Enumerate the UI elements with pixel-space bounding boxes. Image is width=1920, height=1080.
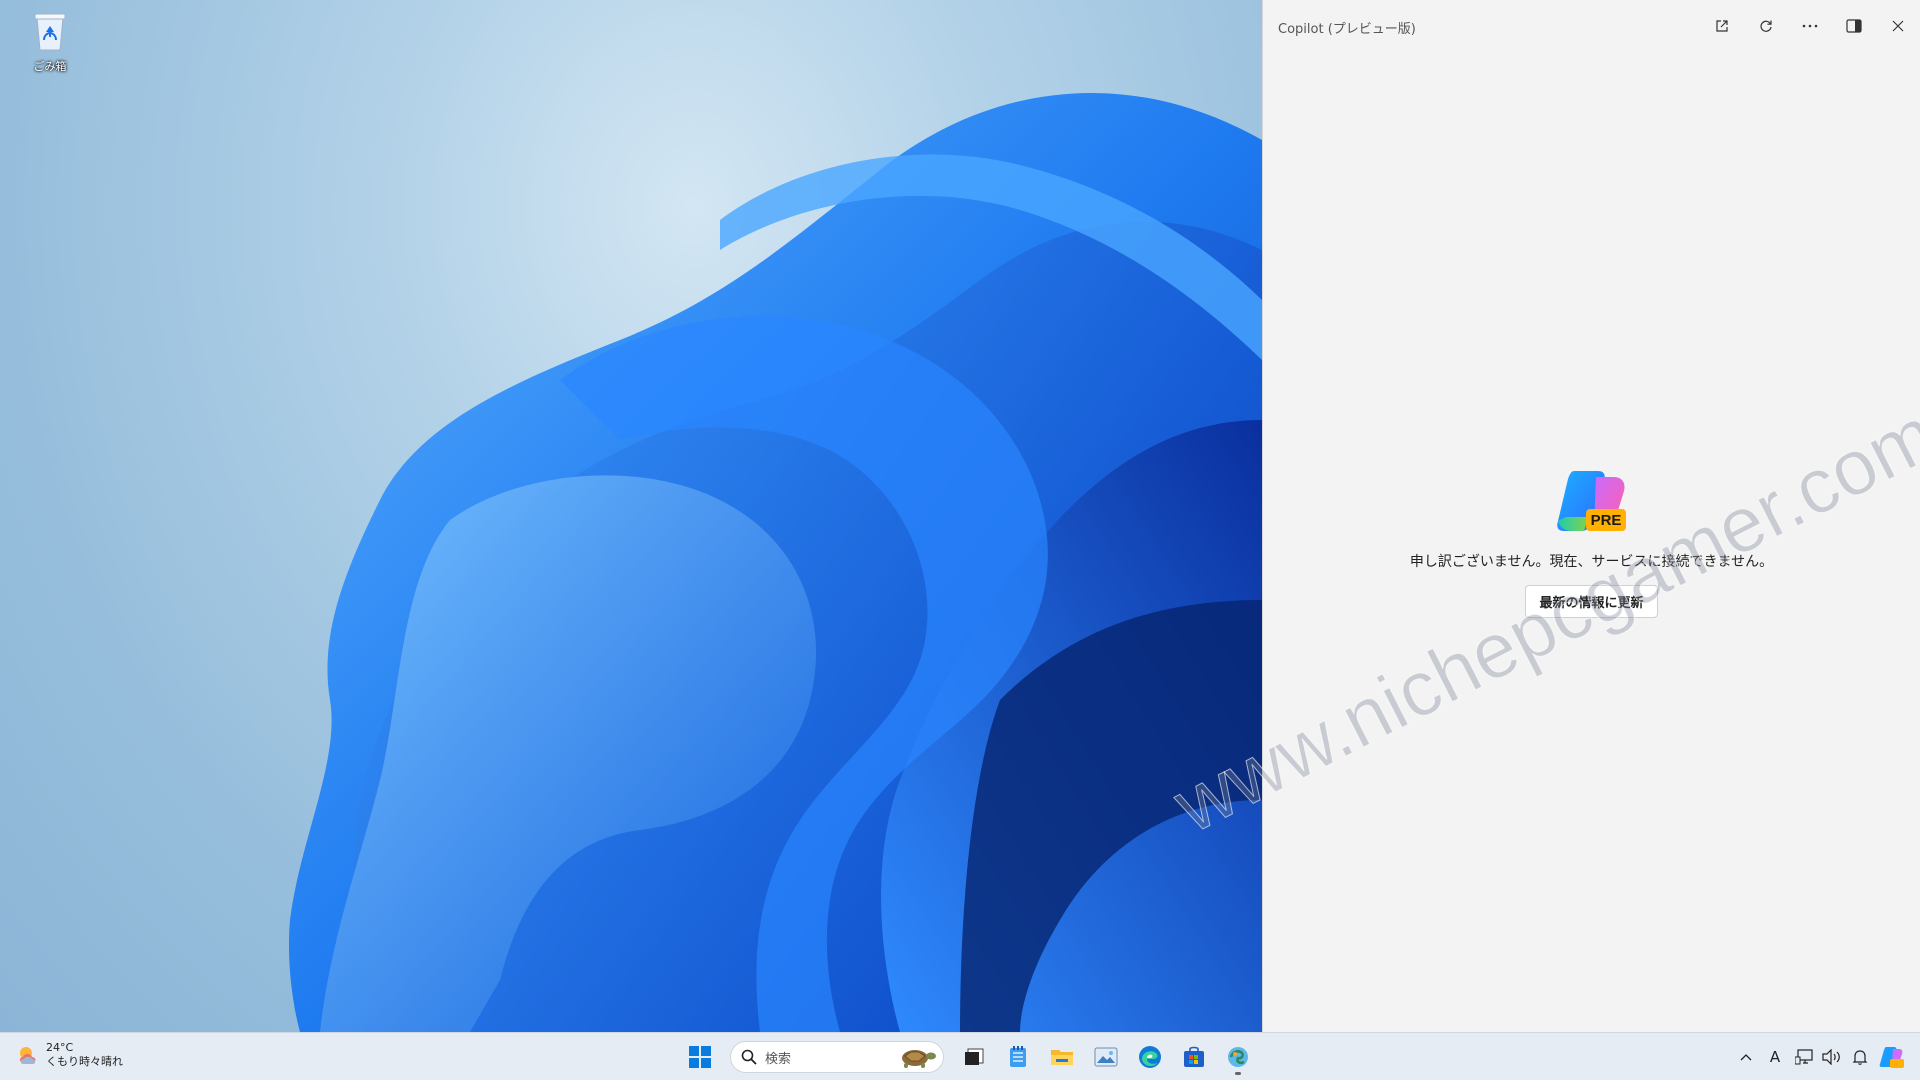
weather-condition: くもり時々晴れ bbox=[46, 1055, 123, 1068]
recycle-bin-icon bbox=[34, 13, 66, 51]
active-indicator bbox=[1235, 1072, 1241, 1075]
volume-icon bbox=[1822, 1049, 1840, 1065]
copilot-logo-icon: PRE bbox=[1556, 471, 1626, 531]
network-icon bbox=[1795, 1049, 1813, 1065]
edge-icon bbox=[1139, 1046, 1161, 1068]
copilot-pre-icon bbox=[1879, 1047, 1904, 1068]
copilot-panel: Copilot (プレビュー版) PRE 申し訳ございません。現在、サービスに接… bbox=[1262, 0, 1920, 1032]
update-info-button[interactable]: 最新の情報に更新 bbox=[1525, 585, 1658, 618]
search-highlight-turtle-icon bbox=[902, 1050, 936, 1068]
notification-button[interactable] bbox=[1846, 1037, 1874, 1077]
file-explorer-button[interactable] bbox=[1042, 1037, 1082, 1077]
close-button[interactable] bbox=[1876, 0, 1920, 52]
close-icon bbox=[1892, 20, 1904, 32]
weather-temp: 24°C bbox=[46, 1041, 74, 1054]
notepad-button[interactable] bbox=[998, 1037, 1038, 1077]
taskbar-center: 検索 bbox=[678, 1037, 1260, 1077]
copilot-toolbar bbox=[1700, 0, 1920, 52]
photos-icon bbox=[1094, 1047, 1118, 1067]
chevron-up-icon bbox=[1740, 1054, 1752, 1061]
ime-indicator[interactable]: A bbox=[1760, 1037, 1790, 1077]
desktop: ごみ箱 bbox=[0, 0, 1262, 1032]
notepad-icon bbox=[1010, 1046, 1026, 1067]
network-button[interactable] bbox=[1790, 1037, 1818, 1077]
dock-side-button[interactable] bbox=[1832, 0, 1876, 52]
refresh-icon bbox=[1760, 20, 1772, 32]
volume-button[interactable] bbox=[1818, 1037, 1846, 1077]
copilot-error-area: PRE 申し訳ございません。現在、サービスに接続できません。 最新の情報に更新 bbox=[1263, 465, 1920, 618]
photos-button[interactable] bbox=[1086, 1037, 1126, 1077]
notification-bell-icon bbox=[1852, 1050, 1868, 1065]
copilot-error-message: 申し訳ございません。現在、サービスに接続できません。 bbox=[1409, 554, 1774, 570]
taskbar-search[interactable]: 検索 bbox=[730, 1041, 944, 1073]
taskbar: 24°C くもり時々晴れ 検索 A bbox=[0, 1032, 1920, 1080]
weather-cloud-sun-icon bbox=[19, 1047, 36, 1064]
desktop-icon-recycle-bin[interactable]: ごみ箱 bbox=[20, 8, 80, 74]
search-placeholder: 検索 bbox=[765, 1051, 792, 1067]
desktop-icon-label: ごみ箱 bbox=[33, 60, 67, 73]
wallpaper-bloom bbox=[288, 92, 1262, 1032]
task-view-icon bbox=[965, 1048, 984, 1065]
store-icon bbox=[1184, 1046, 1204, 1067]
edge-button[interactable] bbox=[1130, 1037, 1170, 1077]
task-view-button[interactable] bbox=[954, 1037, 994, 1077]
open-external-icon bbox=[1716, 20, 1728, 32]
more-icon bbox=[1802, 24, 1818, 28]
open-external-button[interactable] bbox=[1700, 0, 1744, 52]
copilot-taskbar-icon bbox=[1228, 1047, 1248, 1067]
ime-icon: A bbox=[1769, 1048, 1781, 1066]
show-hidden-icons-button[interactable] bbox=[1732, 1037, 1760, 1077]
refresh-button[interactable] bbox=[1744, 0, 1788, 52]
copilot-pre-badge: PRE bbox=[1590, 512, 1621, 529]
copilot-title: Copilot (プレビュー版) bbox=[1278, 22, 1416, 37]
start-icon bbox=[689, 1046, 711, 1068]
store-button[interactable] bbox=[1174, 1037, 1214, 1077]
start-button[interactable] bbox=[680, 1037, 720, 1077]
system-tray: A bbox=[1732, 1037, 1910, 1077]
more-button[interactable] bbox=[1788, 0, 1832, 52]
weather-widget[interactable]: 24°C くもり時々晴れ bbox=[16, 1041, 123, 1069]
copilot-tray-button[interactable] bbox=[1874, 1037, 1910, 1077]
copilot-taskbar-button[interactable] bbox=[1218, 1037, 1258, 1077]
dock-side-icon bbox=[1846, 19, 1862, 33]
search-icon bbox=[741, 1049, 757, 1065]
file-explorer-icon bbox=[1051, 1050, 1073, 1065]
